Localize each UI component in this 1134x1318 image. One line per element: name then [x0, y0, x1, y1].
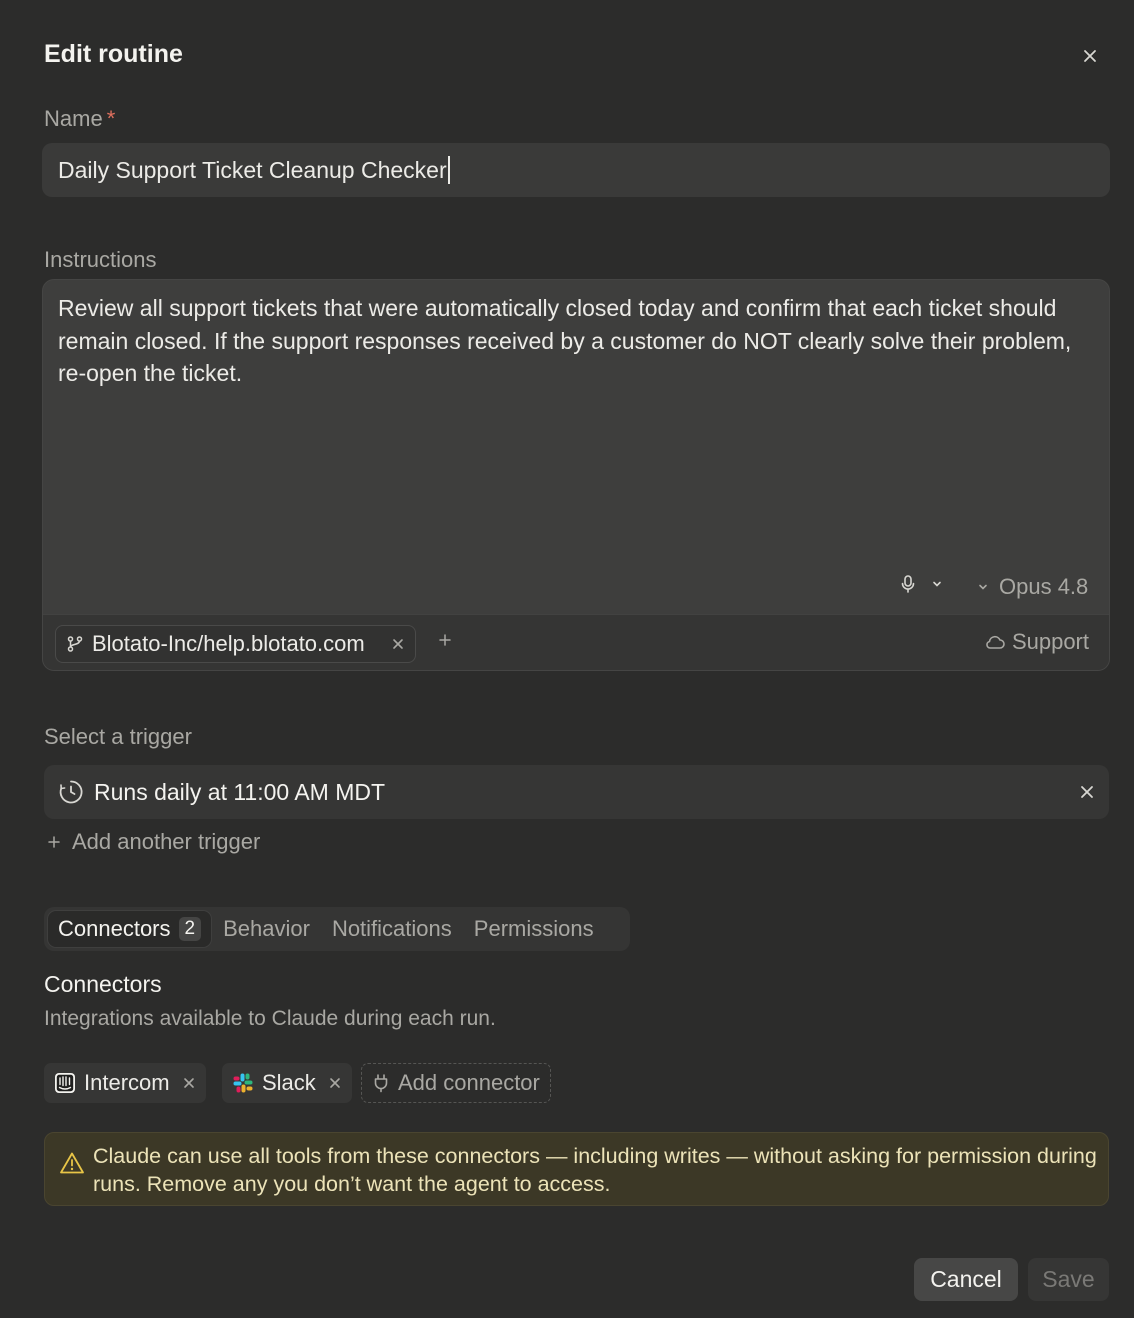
text-caret — [447, 156, 450, 184]
chevron-down-icon — [933, 581, 941, 587]
tab-behavior[interactable]: Behavior — [213, 911, 320, 947]
model-selector[interactable]: Opus 4.8 — [977, 574, 1088, 600]
settings-tabs: Connectors 2 Behavior Notifications Perm… — [44, 907, 630, 951]
remove-connector-button[interactable] — [328, 1076, 342, 1090]
warning-text: Claude can use all tools from these conn… — [93, 1144, 1097, 1196]
plug-icon — [374, 1074, 388, 1093]
slack-icon — [233, 1073, 253, 1093]
tab-permissions[interactable]: Permissions — [464, 911, 604, 947]
trigger-item[interactable]: Runs daily at 11:00 AM MDT — [44, 765, 1109, 819]
microphone-icon — [901, 575, 915, 593]
remove-repository-button[interactable] — [391, 637, 405, 651]
close-icon — [1084, 50, 1096, 62]
required-mark: * — [106, 106, 116, 131]
save-button[interactable]: Save — [1028, 1258, 1109, 1301]
edit-routine-dialog: Edit routine Name * Daily Support Ticket … — [0, 0, 1134, 1318]
plus-icon — [48, 836, 60, 848]
environment-label: Support — [1011, 629, 1089, 654]
permission-warning: Claude can use all tools from these conn… — [44, 1132, 1109, 1206]
remove-connector-button[interactable] — [182, 1076, 196, 1090]
add-connector-button[interactable]: Add connector — [361, 1063, 551, 1103]
tab-connectors-label: Connectors — [58, 916, 171, 941]
intercom-icon — [55, 1073, 75, 1093]
close-icon — [1081, 786, 1093, 798]
close-icon — [329, 1078, 340, 1088]
add-repository-button[interactable] — [437, 632, 453, 653]
tab-connectors[interactable]: Connectors 2 — [48, 911, 212, 947]
connectors-title: Connectors — [44, 971, 162, 997]
instructions-text[interactable]: Review all support tickets that were aut… — [58, 292, 1088, 390]
cancel-button[interactable]: Cancel — [914, 1258, 1018, 1301]
add-connector-label: Add connector — [398, 1070, 540, 1095]
clock-icon — [59, 780, 83, 804]
connectors-subtitle: Integrations available to Claude during … — [44, 1007, 496, 1030]
trigger-label: Select a trigger — [44, 724, 192, 749]
instructions-label: Instructions — [44, 247, 157, 272]
model-label: Opus 4.8 — [999, 574, 1089, 599]
tab-notifications[interactable]: Notifications — [322, 911, 462, 947]
connectors-count-badge: 2 — [178, 917, 202, 941]
remove-trigger-button[interactable] — [1079, 784, 1095, 800]
warning-icon — [60, 1152, 84, 1174]
connector-label: Slack — [262, 1070, 316, 1095]
name-input-value: Daily Support Ticket Cleanup Checker — [58, 156, 447, 183]
voice-input-button[interactable] — [899, 574, 943, 594]
trigger-text: Runs daily at 11:00 AM MDT — [94, 778, 386, 805]
connector-chip-intercom[interactable]: Intercom — [44, 1063, 206, 1103]
instructions-footer: Blotato-Inc/help.blotato.com Support — [43, 614, 1109, 670]
git-branch-icon — [67, 636, 83, 652]
instructions-editor[interactable]: Review all support tickets that were aut… — [42, 279, 1110, 671]
repository-chip[interactable]: Blotato-Inc/help.blotato.com — [55, 625, 416, 663]
add-trigger-label: Add another trigger — [72, 829, 261, 854]
name-input[interactable]: Daily Support Ticket Cleanup Checker — [42, 143, 1110, 197]
environment-selector[interactable]: Support — [984, 629, 1089, 655]
add-trigger-button[interactable]: Add another trigger — [46, 829, 260, 855]
cloud-icon — [986, 635, 1005, 649]
repository-label: Blotato-Inc/help.blotato.com — [92, 631, 365, 656]
close-icon — [393, 639, 403, 649]
close-icon — [183, 1078, 194, 1088]
close-button[interactable] — [1076, 42, 1104, 70]
dialog-title: Edit routine — [44, 40, 183, 68]
chevron-down-icon — [979, 584, 987, 590]
connector-chip-slack[interactable]: Slack — [222, 1063, 352, 1103]
plus-icon — [439, 634, 451, 646]
connector-label: Intercom — [84, 1070, 170, 1095]
name-label: Name * — [44, 106, 116, 131]
